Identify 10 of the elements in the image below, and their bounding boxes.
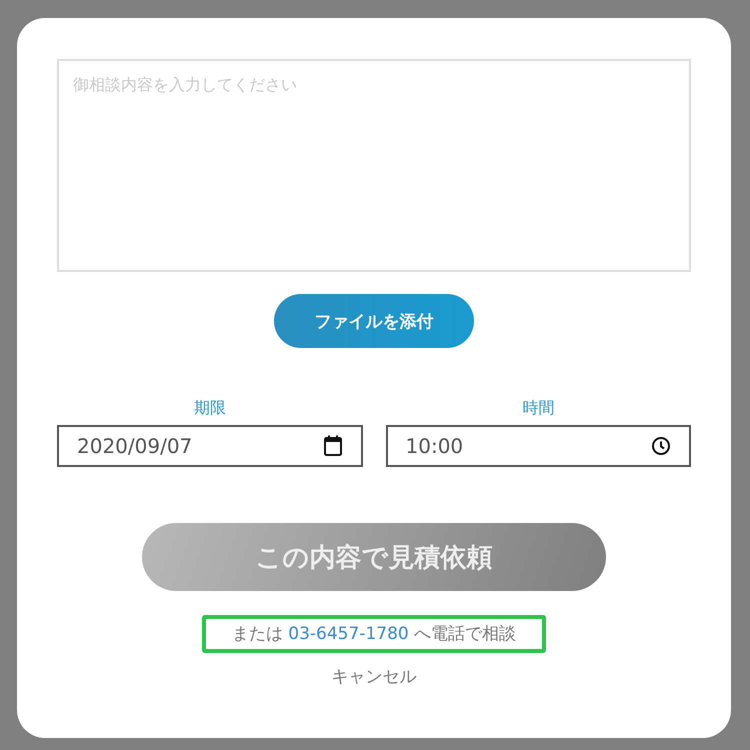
field-label: 時間 <box>522 398 554 419</box>
date-field[interactable]: 2020/09/07 <box>57 425 362 467</box>
clock-icon <box>651 436 671 456</box>
phone-note: または 03-6457-1780 へ電話で相談 <box>202 615 546 653</box>
calendar-icon <box>322 435 342 457</box>
cancel-link[interactable]: キャンセル <box>332 665 416 688</box>
attach-file-button[interactable]: ファイルを添付 <box>274 294 474 348</box>
phone-link[interactable]: 03-6457-1780 <box>288 624 409 644</box>
field-label: 期限 <box>194 398 226 419</box>
time-field[interactable]: 10:00 <box>386 425 691 467</box>
